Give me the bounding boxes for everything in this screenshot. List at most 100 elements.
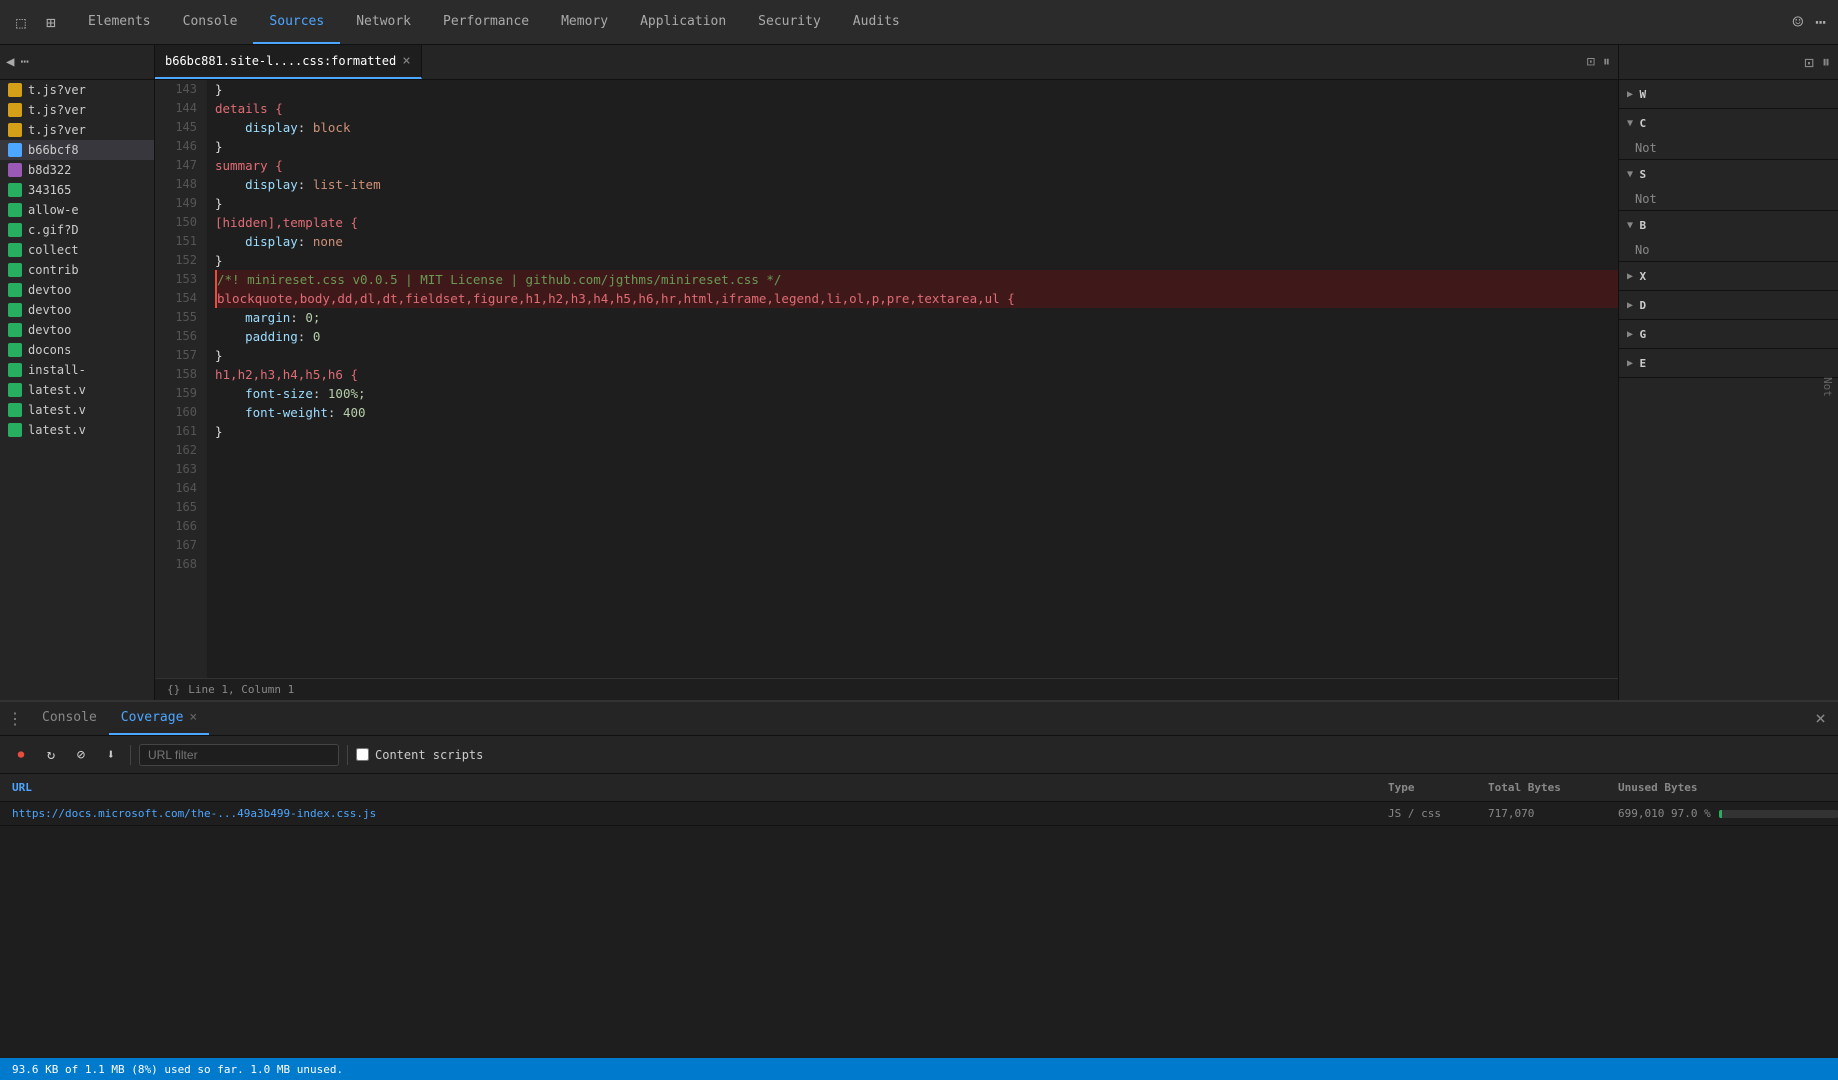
file-label: devtoo: [28, 303, 71, 317]
more-sidebar-icon[interactable]: ⋯: [20, 54, 28, 70]
more-options-icon[interactable]: ⋯: [1815, 12, 1826, 33]
code-line: /*! minireset.css v0.0.5 | MIT License |…: [215, 270, 1618, 289]
drawer-tab-coverage[interactable]: Coverage ×: [109, 702, 209, 735]
breakpoints-section: ▼ B No: [1619, 211, 1838, 262]
sidebar-item[interactable]: devtoo: [0, 280, 154, 300]
emoji-icon[interactable]: ☺: [1792, 12, 1803, 33]
sidebar-item[interactable]: latest.v: [0, 380, 154, 400]
sidebar-item[interactable]: latest.v: [0, 400, 154, 420]
download-button[interactable]: ⬇: [100, 744, 122, 766]
nav-tabs: ElementsConsoleSourcesNetworkPerformance…: [72, 0, 916, 44]
sidebar-item[interactable]: install-: [0, 360, 154, 380]
code-area: b66bc881.site-l....css:formatted × ⊡ ⏸ 1…: [155, 45, 1618, 700]
device-toggle-icon[interactable]: ⊞: [40, 11, 62, 33]
sidebar-item[interactable]: devtoo: [0, 320, 154, 340]
sidebar-item[interactable]: t.js?ver: [0, 80, 154, 100]
sidebar-item[interactable]: 343165: [0, 180, 154, 200]
file-icon: [8, 283, 22, 297]
xhr-label: X: [1640, 270, 1647, 283]
line-number: 159: [165, 384, 197, 403]
code-content[interactable]: 1431441451461471481491501511521531541551…: [155, 80, 1618, 678]
line-number: 152: [165, 251, 197, 270]
line-number: 149: [165, 194, 197, 213]
sidebar-item[interactable]: b8d322: [0, 160, 154, 180]
sidebar-item[interactable]: docons: [0, 340, 154, 360]
sidebar-item[interactable]: collect: [0, 240, 154, 260]
callstack-not-label: Not: [1635, 141, 1657, 155]
global-label: G: [1640, 328, 1647, 341]
line-number: 147: [165, 156, 197, 175]
sidebar-item[interactable]: b66bcf8: [0, 140, 154, 160]
pause-panel-icon[interactable]: ⏸: [1822, 52, 1830, 72]
record-button[interactable]: ⏺: [10, 744, 32, 766]
sidebar-item[interactable]: latest.v: [0, 420, 154, 440]
dom-section-header[interactable]: ▶ D: [1619, 291, 1838, 319]
nav-tab-memory[interactable]: Memory: [545, 0, 624, 44]
line-number: 156: [165, 327, 197, 346]
code-tab-icons: ⊡ ⏸: [1587, 45, 1618, 79]
global-section-header[interactable]: ▶ G: [1619, 320, 1838, 348]
line-number: 150: [165, 213, 197, 232]
sidebar-item[interactable]: allow-e: [0, 200, 154, 220]
nav-tab-console[interactable]: Console: [167, 0, 254, 44]
sidebar-item[interactable]: t.js?ver: [0, 100, 154, 120]
code-tab-active[interactable]: b66bc881.site-l....css:formatted ×: [155, 45, 422, 79]
toolbar-separator: [130, 745, 131, 765]
coverage-table[interactable]: URL Type Total Bytes Unused Bytes https:…: [0, 774, 1838, 1058]
file-icon: [8, 103, 22, 117]
nav-tab-elements[interactable]: Elements: [72, 0, 167, 44]
nav-tab-sources[interactable]: Sources: [253, 0, 340, 44]
file-label: contrib: [28, 263, 79, 277]
sidebar-header: ◀ ⋯: [0, 45, 154, 80]
drawer-close-button[interactable]: ×: [1815, 708, 1826, 729]
event-section-header[interactable]: ▶ E: [1619, 349, 1838, 377]
format-icon[interactable]: ⊡: [1587, 54, 1595, 70]
code-line: margin: 0;: [215, 308, 1618, 327]
row-unused: 699,010 97.0 %: [1618, 807, 1838, 820]
nav-tab-performance[interactable]: Performance: [427, 0, 545, 44]
line-number: 146: [165, 137, 197, 156]
dom-chevron: ▶: [1627, 300, 1634, 311]
event-chevron: ▶: [1627, 358, 1634, 369]
table-row[interactable]: https://docs.microsoft.com/the-...49a3b4…: [0, 802, 1838, 826]
file-label: t.js?ver: [28, 123, 86, 137]
line-number: 145: [165, 118, 197, 137]
code-line: font-size: 100%;: [215, 384, 1618, 403]
nav-tab-audits[interactable]: Audits: [837, 0, 916, 44]
expand-panel-icon[interactable]: ⊡: [1804, 53, 1814, 72]
file-icon: [8, 263, 22, 277]
content-scripts-checkbox[interactable]: [356, 748, 369, 761]
nav-tab-network[interactable]: Network: [340, 0, 427, 44]
stop-button[interactable]: ⊘: [70, 744, 92, 766]
right-panel: ⊡ ⏸ ▶ W ▼ C Not ▼ S: [1618, 45, 1838, 700]
breakpoints-section-header[interactable]: ▼ B: [1619, 211, 1838, 239]
callstack-section-header[interactable]: ▼ C: [1619, 109, 1838, 137]
global-chevron: ▶: [1627, 329, 1634, 340]
row-total: 717,070: [1488, 807, 1618, 820]
pause-icon[interactable]: ⏸: [1603, 54, 1610, 70]
content-scripts-checkbox-label[interactable]: Content scripts: [356, 748, 483, 762]
url-filter-input[interactable]: [139, 744, 339, 766]
nav-tab-application[interactable]: Application: [624, 0, 742, 44]
drawer-tab-menu-icon[interactable]: ⋮: [0, 702, 30, 735]
scope-section-header[interactable]: ▼ S: [1619, 160, 1838, 188]
sidebar-item[interactable]: c.gif?D: [0, 220, 154, 240]
file-icon: [8, 163, 22, 177]
sidebar-item[interactable]: contrib: [0, 260, 154, 280]
watch-section-header[interactable]: ▶ W: [1619, 80, 1838, 108]
drawer-close: ×: [1815, 702, 1838, 735]
select-tool-icon[interactable]: ⬚: [10, 11, 32, 33]
coverage-tab-close[interactable]: ×: [189, 710, 197, 725]
cursor-position: Line 1, Column 1: [188, 683, 294, 696]
status-bar: {} Line 1, Column 1: [155, 678, 1618, 700]
nav-tab-security[interactable]: Security: [742, 0, 837, 44]
refresh-button[interactable]: ↻: [40, 744, 62, 766]
drawer-tab-console[interactable]: Console: [30, 702, 109, 735]
right-panel-header: ⊡ ⏸: [1619, 45, 1838, 80]
sidebar-item[interactable]: t.js?ver: [0, 120, 154, 140]
xhr-section-header[interactable]: ▶ X: [1619, 262, 1838, 290]
line-number: 168: [165, 555, 197, 574]
sidebar-item[interactable]: devtoo: [0, 300, 154, 320]
collapse-icon[interactable]: ◀: [6, 54, 14, 70]
tab-close-icon[interactable]: ×: [402, 54, 410, 68]
